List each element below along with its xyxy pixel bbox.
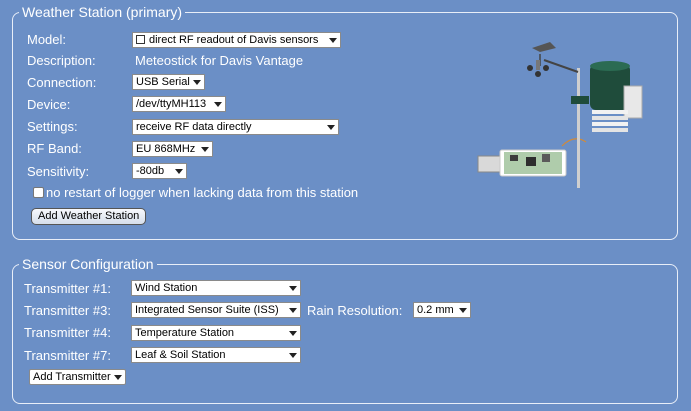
transmitter-1-label: Transmitter #1: [24,281,111,296]
rain-resolution-select-value: 0.2 mm [417,304,454,316]
rfband-select-value: EU 868MHz [136,143,196,155]
chevron-down-icon [459,308,467,313]
description-label: Description: [27,53,96,68]
device-select[interactable]: /dev/ttyMH113 [132,96,226,112]
weather-station-legend: Weather Station (primary) [22,4,183,20]
model-select[interactable]: direct RF readout of Davis sensors [132,32,341,48]
connection-label: Connection: [27,75,97,90]
transmitter-4-select[interactable]: Temperature Station [131,325,301,341]
transmitter-3-label: Transmitter #3: [24,303,111,318]
transmitter-1-select-value: Wind Station [135,282,198,294]
add-transmitter-select[interactable]: Add Transmitter [29,369,126,385]
meteostick-illustration [477,138,587,177]
chevron-down-icon [193,80,201,85]
chevron-down-icon [289,308,297,313]
settings-select[interactable]: receive RF data directly [132,119,339,135]
weather-station-image [477,42,643,188]
chevron-down-icon [114,375,122,380]
model-option-icon [136,35,145,44]
rain-resolution-select[interactable]: 0.2 mm [413,302,471,318]
sensitivity-label: Sensitivity: [27,164,90,179]
chevron-down-icon [289,353,297,358]
device-label: Device: [27,97,71,112]
settings-label: Settings: [27,119,78,134]
chevron-down-icon [214,102,222,107]
model-select-value: direct RF readout of Davis sensors [149,34,319,46]
sensitivity-select[interactable]: -80db [132,163,187,179]
model-label: Model: [27,32,67,47]
transmitter-7-select-value: Leaf & Soil Station [135,349,226,361]
chevron-down-icon [327,125,335,130]
transmitter-4-label: Transmitter #4: [24,325,111,340]
chevron-down-icon [175,169,183,174]
add-weather-station-button[interactable]: Add Weather Station [31,208,147,225]
anemometer-illustration [527,42,579,77]
transmitter-1-select[interactable]: Wind Station [131,280,301,296]
transmitter-3-select-value: Integrated Sensor Suite (ISS) [135,304,279,316]
iss-illustration [571,61,643,132]
rfband-select[interactable]: EU 868MHz [132,141,213,157]
sensor-config-legend: Sensor Configuration [22,256,154,272]
rain-resolution-label: Rain Resolution: [307,303,403,318]
add-transmitter-value: Add Transmitter [33,371,111,383]
no-restart-checkbox[interactable] [33,187,44,198]
transmitter-7-select[interactable]: Leaf & Soil Station [131,347,301,363]
sensitivity-select-value: -80db [136,165,165,177]
description-value: Meteostick for Davis Vantage [135,53,304,68]
connection-select[interactable]: USB Serial [132,74,205,90]
chevron-down-icon [289,331,297,336]
chevron-down-icon [289,286,297,291]
device-select-value: /dev/ttyMH113 [136,98,207,110]
transmitter-7-label: Transmitter #7: [24,348,111,363]
chevron-down-icon [329,38,337,43]
connection-select-value: USB Serial [136,76,190,88]
settings-select-value: receive RF data directly [136,121,252,133]
rfband-label: RF Band: [27,141,82,156]
transmitter-3-select[interactable]: Integrated Sensor Suite (ISS) [131,302,301,318]
no-restart-label: no restart of logger when lacking data f… [46,185,359,200]
chevron-down-icon [201,147,209,152]
transmitter-4-select-value: Temperature Station [135,327,235,339]
